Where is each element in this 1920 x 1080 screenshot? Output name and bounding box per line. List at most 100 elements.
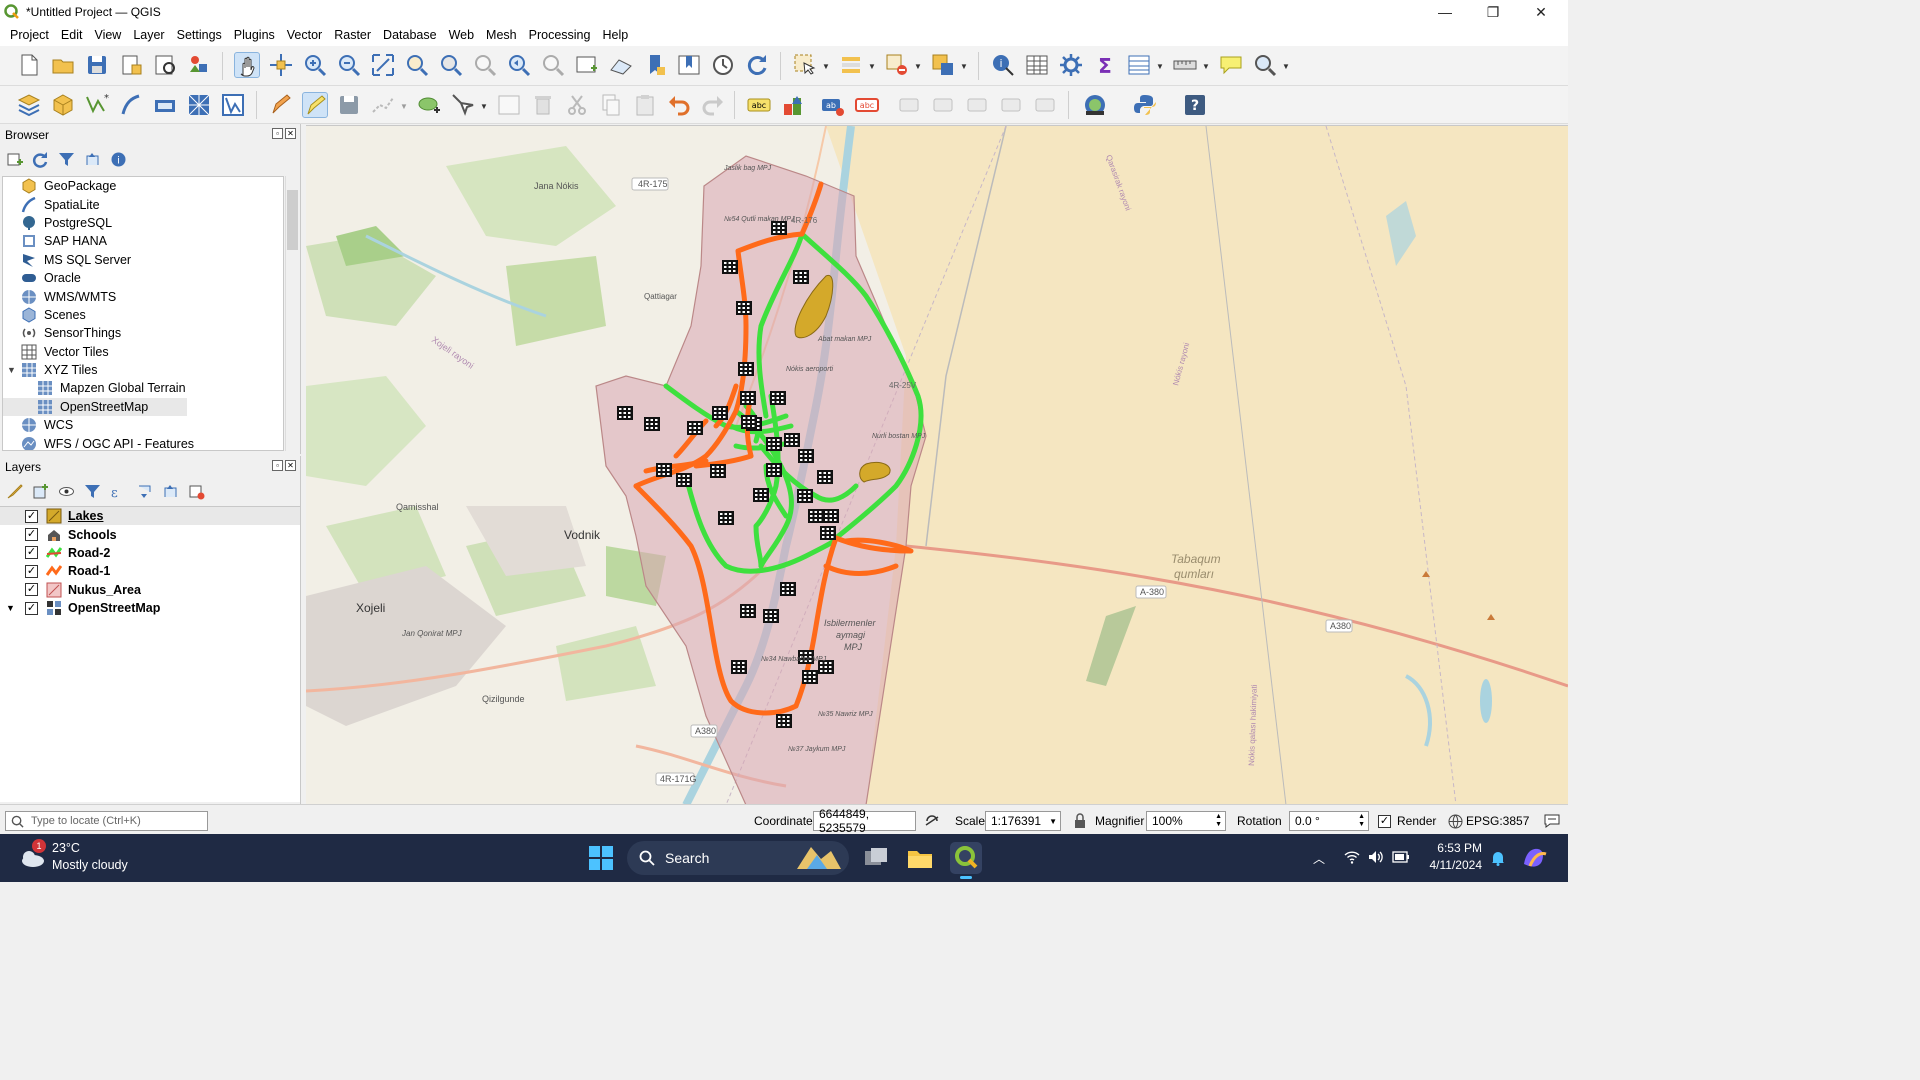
manage-map-themes-icon[interactable] [58, 483, 75, 500]
menu-edit[interactable]: Edit [55, 24, 89, 46]
crs-button[interactable]: EPSG:3857 [1448, 811, 1529, 831]
menu-plugins[interactable]: Plugins [228, 24, 281, 46]
locator-bar[interactable]: Type to locate (Ctrl+K) [5, 811, 208, 831]
select-features-dropdown-icon[interactable]: ▼ [822, 62, 830, 71]
redo-icon[interactable] [700, 92, 726, 118]
school-point[interactable] [722, 260, 738, 274]
weather-desc[interactable]: Mostly cloudy [52, 858, 128, 872]
browser-item-mssql[interactable]: MS SQL Server [3, 251, 283, 269]
layer-visibility-checkbox[interactable]: ✓ [25, 528, 38, 542]
browser-item-scenes[interactable]: Scenes [3, 306, 283, 324]
statistical-summary-icon[interactable]: Σ [1092, 52, 1118, 78]
new-spatialite-layer-icon[interactable] [118, 92, 144, 118]
menu-database[interactable]: Database [377, 24, 443, 46]
coordinate-field[interactable]: 6644849, 5235579 [813, 807, 916, 835]
new-virtual-layer-icon[interactable] [152, 92, 178, 118]
quickmapservices-icon[interactable] [1082, 92, 1108, 118]
refresh-icon[interactable] [744, 52, 770, 78]
maximize-button[interactable]: ❐ [1470, 0, 1516, 24]
copilot-icon[interactable] [1520, 844, 1548, 875]
refresh-browser-icon[interactable] [32, 151, 49, 168]
layer-row-road-2[interactable]: ✓ Road-2 [0, 544, 300, 562]
zoom-to-selection-icon[interactable] [404, 52, 430, 78]
browser-item-postgresql[interactable]: PostgreSQL [3, 214, 283, 232]
show-map-tips-icon[interactable] [1218, 52, 1244, 78]
zoom-last-icon[interactable] [506, 52, 532, 78]
school-point[interactable] [763, 609, 779, 623]
coordinate-value[interactable]: 6644849, 5235579 [813, 807, 916, 835]
add-selected-layers-icon[interactable] [6, 151, 23, 168]
school-point[interactable] [808, 509, 824, 523]
browser-item-saphana[interactable]: SAP HANA [3, 232, 283, 250]
school-point[interactable] [797, 489, 813, 503]
move-label-icon[interactable] [964, 92, 990, 118]
school-point[interactable] [798, 449, 814, 463]
open-project-icon[interactable] [50, 52, 76, 78]
school-point[interactable] [802, 670, 818, 684]
menu-settings[interactable]: Settings [171, 24, 228, 46]
school-point[interactable] [780, 582, 796, 596]
school-point[interactable] [738, 362, 754, 376]
render-checkbox[interactable]: ✓ [1378, 814, 1391, 828]
select-location-icon[interactable] [930, 52, 956, 78]
open-attribute-table-icon[interactable] [1024, 52, 1050, 78]
layer-visibility-checkbox[interactable]: ✓ [25, 509, 38, 523]
layer-visibility-checkbox[interactable]: ✓ [25, 583, 38, 597]
school-point[interactable] [687, 421, 703, 435]
school-point[interactable] [820, 526, 836, 540]
locator-settings-icon[interactable] [1252, 52, 1278, 78]
close-panel-icon[interactable]: ✕ [285, 128, 296, 139]
vertex-tool-icon[interactable] [450, 92, 476, 118]
layer-visibility-checkbox[interactable]: ✓ [25, 601, 38, 615]
school-point[interactable] [793, 270, 809, 284]
school-point[interactable] [771, 221, 787, 235]
processing-toolbox-icon[interactable] [1058, 52, 1084, 78]
undo-icon[interactable] [666, 92, 692, 118]
clock-date[interactable]: 4/11/2024 [1426, 858, 1483, 872]
new-3d-map-view-icon[interactable] [608, 52, 634, 78]
pan-to-selection-icon[interactable] [268, 52, 294, 78]
task-view-icon[interactable] [862, 844, 890, 872]
layer-labeling-options-icon[interactable]: abc [746, 92, 772, 118]
locator-dropdown-icon[interactable]: ▼ [1282, 62, 1290, 71]
school-point[interactable] [817, 470, 833, 484]
battery-icon[interactable] [1392, 851, 1410, 866]
taskbar-search[interactable]: Search [627, 841, 849, 875]
browser-item-sensorthings[interactable]: SensorThings [3, 324, 283, 342]
menu-project[interactable]: Project [4, 24, 55, 46]
browser-item-geopackage[interactable]: GeoPackage [3, 177, 283, 195]
notifications-bell-icon[interactable] [1490, 850, 1506, 869]
menu-web[interactable]: Web [443, 24, 480, 46]
filter-expression-icon[interactable]: ε [110, 483, 127, 500]
school-point[interactable] [766, 463, 782, 477]
menu-help[interactable]: Help [596, 24, 634, 46]
delete-selected-icon[interactable] [530, 92, 556, 118]
file-explorer-icon[interactable] [906, 844, 934, 872]
layer-visibility-checkbox[interactable]: ✓ [25, 546, 38, 560]
scrollbar-thumb[interactable] [287, 190, 298, 250]
school-point[interactable] [617, 406, 633, 420]
toggle-editing-icon[interactable] [302, 92, 328, 118]
zoom-to-layer-icon[interactable] [438, 52, 464, 78]
school-point[interactable] [766, 437, 782, 451]
new-print-layout-icon[interactable] [118, 52, 144, 78]
save-layer-edits-icon[interactable] [336, 92, 362, 118]
zoom-next-icon[interactable] [540, 52, 566, 78]
school-point[interactable] [656, 463, 672, 477]
rotate-label-icon[interactable] [998, 92, 1024, 118]
school-point[interactable] [731, 660, 747, 674]
python-console-icon[interactable] [1132, 92, 1158, 118]
add-polygon-feature-icon[interactable] [416, 92, 442, 118]
pin-labels-icon[interactable] [896, 92, 922, 118]
school-point[interactable] [676, 473, 692, 487]
school-point[interactable] [712, 406, 728, 420]
school-point[interactable] [736, 301, 752, 315]
school-point[interactable] [823, 509, 839, 523]
school-point[interactable] [718, 511, 734, 525]
show-bookmarks-icon[interactable] [676, 52, 702, 78]
deselect-dropdown-icon[interactable]: ▼ [914, 62, 922, 71]
paste-features-icon[interactable] [632, 92, 658, 118]
data-source-manager-icon[interactable] [16, 92, 42, 118]
school-point[interactable] [770, 391, 786, 405]
menu-raster[interactable]: Raster [328, 24, 377, 46]
